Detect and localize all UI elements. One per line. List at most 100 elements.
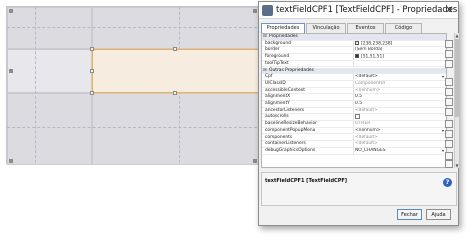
window-title: textFieldCPF1 [TextFieldCPF] - Proprieda… xyxy=(276,4,458,14)
ellipsis-button[interactable] xyxy=(445,160,453,168)
resize-handle[interactable] xyxy=(173,91,177,95)
description-text: textFieldCPF1 [TextFieldCPF] xyxy=(265,178,348,184)
form-panel-bottom-left[interactable] xyxy=(7,93,92,165)
form-panel-top-left[interactable] xyxy=(7,7,92,49)
category-row[interactable]: ⊟ Outras Propriedades xyxy=(262,67,446,75)
column-separator xyxy=(353,94,354,100)
category-label: Outras Propriedades xyxy=(269,67,314,73)
chevron-down-icon[interactable]: ▾ xyxy=(442,148,444,155)
checkbox[interactable] xyxy=(355,114,360,120)
property-row[interactable]: baselineResizeBehavior OTHER xyxy=(262,121,446,128)
property-row[interactable]: foreground [51,51,51] xyxy=(262,54,446,61)
ellipsis-button[interactable] xyxy=(445,98,453,106)
property-row[interactable]: ancestorListeners <default> xyxy=(262,107,446,115)
resize-handle[interactable] xyxy=(90,47,94,51)
column-separator xyxy=(353,54,354,60)
scrollbar[interactable]: ▲ ▼ xyxy=(454,33,459,168)
property-value[interactable]: (Sem Borda) xyxy=(355,47,435,54)
title-bar[interactable]: textFieldCPF1 [TextFieldCPF] - Proprieda… xyxy=(259,2,458,19)
column-separator xyxy=(353,121,354,127)
anchor-dot xyxy=(9,159,13,163)
tab-codigo[interactable]: Código xyxy=(385,23,422,33)
ellipsis-button[interactable] xyxy=(445,130,453,138)
property-row[interactable]: background [238,238,238] xyxy=(262,40,446,48)
properties-dialog[interactable]: textFieldCPF1 [TextFieldCPF] - Proprieda… xyxy=(258,1,459,226)
chevron-down-icon[interactable]: ▾ xyxy=(442,74,444,81)
help-button[interactable]: Ajuda xyxy=(426,209,451,220)
scroll-thumb[interactable] xyxy=(455,39,459,117)
property-name: Cpf xyxy=(265,74,273,80)
ellipsis-button[interactable] xyxy=(445,108,453,116)
property-value[interactable]: <default> xyxy=(355,108,435,115)
anchor-dot xyxy=(253,159,257,163)
guide-line xyxy=(7,127,257,128)
form-panel-bottom-right[interactable] xyxy=(92,93,259,165)
column-separator xyxy=(353,147,354,154)
design-canvas[interactable] xyxy=(6,6,259,165)
tab-propriedades[interactable]: Propriedades xyxy=(261,23,305,33)
property-value[interactable]: <default> xyxy=(355,141,435,148)
close-icon[interactable]: ✕ xyxy=(443,4,456,17)
property-value-text: [51,51,51] xyxy=(361,54,384,60)
column-separator xyxy=(353,74,354,80)
help-icon[interactable]: ? xyxy=(443,178,452,187)
form-panel-top-right[interactable] xyxy=(92,7,259,49)
property-row[interactable]: toolTipText xyxy=(262,60,446,68)
column-separator xyxy=(353,60,354,67)
property-row[interactable]: debugGraphicsOptions NO_CHANGES ▾ xyxy=(262,147,446,155)
property-row[interactable]: alignmentX 0.5 xyxy=(262,94,446,101)
property-value[interactable]: 0.5 xyxy=(355,94,435,101)
guide-line xyxy=(35,7,36,163)
resize-handle[interactable] xyxy=(90,91,94,95)
resize-handle[interactable] xyxy=(173,47,177,51)
category-label: Propriedades xyxy=(269,34,298,39)
close-button[interactable]: Fechar xyxy=(397,209,422,220)
property-name: UIClassID xyxy=(265,80,286,86)
column-separator xyxy=(353,134,354,141)
property-name: alignmentY xyxy=(265,101,290,106)
property-value[interactable]: 0.5 xyxy=(355,101,435,108)
column-separator xyxy=(353,107,354,114)
resize-handle[interactable] xyxy=(90,69,94,73)
property-value[interactable]: <nenhum> xyxy=(355,128,435,135)
property-value[interactable]: <default> xyxy=(355,135,435,142)
form-panel-mid-left[interactable] xyxy=(7,49,92,93)
property-name: toolTipText xyxy=(265,60,289,66)
scroll-down-icon[interactable]: ▼ xyxy=(455,163,459,168)
property-name: alignmentX xyxy=(265,94,291,100)
description-panel: textFieldCPF1 [TextFieldCPF] ? xyxy=(261,172,457,206)
property-value[interactable]: ComponentUI xyxy=(355,81,435,88)
collapse-icon[interactable]: ⊟ xyxy=(263,34,267,41)
ellipsis-button[interactable] xyxy=(445,78,453,86)
property-name: containerListeners xyxy=(265,141,306,147)
ellipsis-button[interactable] xyxy=(445,50,453,58)
ellipsis-button[interactable] xyxy=(445,120,453,128)
tab-vinculacao[interactable]: Vinculação xyxy=(306,23,346,33)
chevron-down-icon[interactable]: ▾ xyxy=(442,128,444,135)
ellipsis-button[interactable] xyxy=(445,152,453,160)
scroll-up-icon[interactable]: ▲ xyxy=(455,33,459,38)
property-value[interactable]: NO_CHANGES xyxy=(355,148,435,155)
ellipsis-button[interactable] xyxy=(445,88,453,96)
property-value[interactable]: <default> xyxy=(355,74,435,81)
category-row[interactable]: ⊟ Propriedades xyxy=(262,34,446,41)
selected-text-field[interactable] xyxy=(92,49,259,93)
property-value[interactable]: <nenhum> xyxy=(355,88,435,95)
anchor-dot xyxy=(9,69,13,73)
tab-eventos[interactable]: Eventos xyxy=(347,23,384,33)
property-value[interactable]: OTHER xyxy=(355,121,435,128)
property-row[interactable]: containerListeners <default> xyxy=(262,141,446,148)
ellipsis-button[interactable] xyxy=(445,140,453,148)
ellipsis-button[interactable] xyxy=(445,60,453,68)
property-row[interactable]: alignmentY 0.5 xyxy=(262,101,446,108)
property-name: baselineResizeBehavior xyxy=(265,121,317,127)
tab-bar: Propriedades Vinculação Eventos Código xyxy=(261,23,451,33)
column-separator xyxy=(353,127,354,134)
property-row[interactable]: border (Sem Borda) xyxy=(262,47,446,55)
property-row[interactable]: Cpf <default> ▾ xyxy=(262,74,446,81)
ellipsis-button[interactable] xyxy=(445,40,453,48)
column-separator xyxy=(353,80,354,87)
property-grid[interactable]: ⊟ Propriedades ⊟ Outras Propriedades bac… xyxy=(261,33,447,168)
property-row[interactable]: componentPopupMenu <nenhum> ▾ xyxy=(262,127,446,135)
property-row[interactable]: UIClassID ComponentUI xyxy=(262,80,446,88)
